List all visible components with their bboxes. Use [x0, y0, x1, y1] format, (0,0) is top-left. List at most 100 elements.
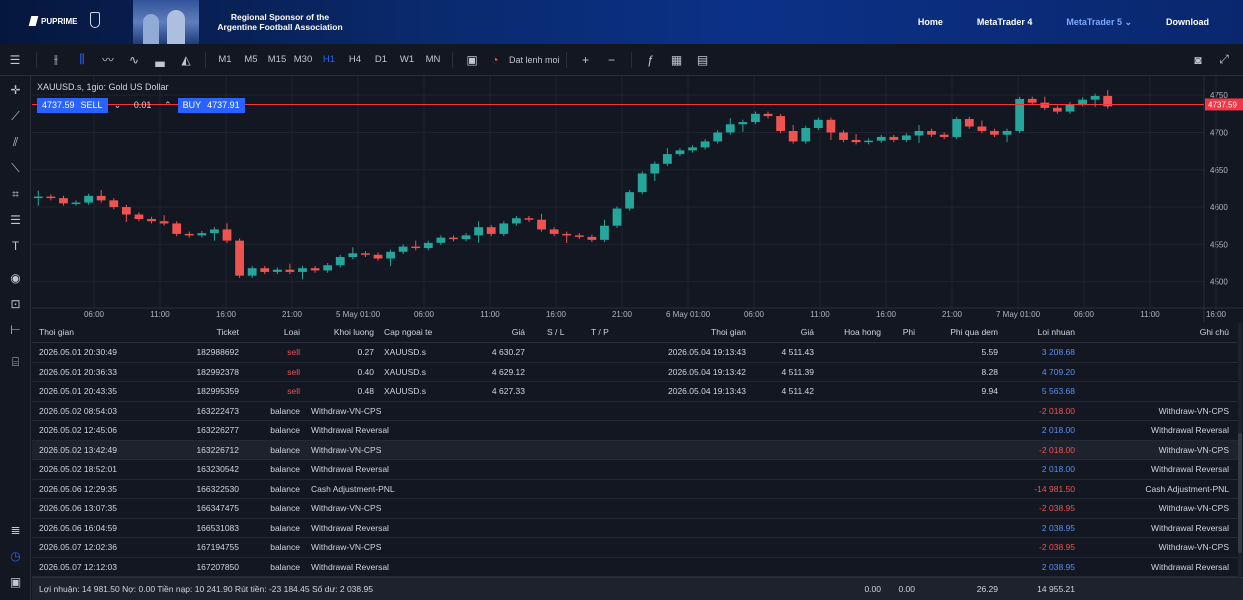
candle-up	[461, 235, 471, 240]
table-row[interactable]: 2026.05.02 18:52:01 163230542 balance Withd…	[32, 460, 1238, 480]
table-cell-ticket: 166322530	[196, 483, 239, 494]
table-cell-close-price	[772, 558, 814, 577]
line-icon[interactable]: 〰	[95, 50, 121, 70]
sponsor-line-1: Regional Sponsor of the	[230, 12, 330, 22]
table-cell-comment: Withdraw-VN-CPS	[1158, 542, 1229, 552]
header-price[interactable]: Giá	[472, 323, 525, 342]
candle-down	[524, 218, 534, 220]
header-close-price[interactable]: Giá	[772, 323, 814, 342]
sell-button[interactable]: 4737.59 SELL	[37, 97, 108, 113]
header-time[interactable]: Thoi gian	[39, 323, 74, 342]
nav-home[interactable]: Home	[918, 17, 943, 27]
timeframe-m30[interactable]: M30	[290, 50, 316, 70]
table-row[interactable]: 2026.05.07 12:12:03 167207850 balance Withd…	[32, 558, 1238, 577]
nav-download[interactable]: Download	[1166, 17, 1209, 27]
lot-decrease-icon[interactable]: ⌄	[114, 100, 122, 111]
candle-down	[235, 240, 244, 276]
table-row[interactable]: 2026.05.06 16:04:59 166531083 balance Withd…	[32, 519, 1238, 538]
candle-up	[272, 269, 282, 272]
screenshot-icon[interactable]: ◙	[1185, 50, 1211, 70]
table-row[interactable]: 2026.05.01 20:43:35 182995359 sell 0.48 XAUU…	[32, 382, 1238, 402]
indicators-icon[interactable]: ƒ	[638, 50, 664, 70]
menu-icon[interactable]: ☰	[0, 50, 30, 70]
brand-logo[interactable]: PUPRIME	[28, 12, 100, 28]
timeframe-m5[interactable]: M5	[238, 50, 264, 70]
zoom-in-icon[interactable]: +	[573, 50, 599, 70]
table-row[interactable]: 2026.05.07 12:02:36 167194755 balance Withd…	[32, 538, 1238, 558]
table-row[interactable]: 2026.05.02 08:54:03 163222473 balance Withd…	[32, 402, 1238, 421]
trend-line-icon[interactable]: ⟋	[7, 108, 24, 125]
trade-list-icon[interactable]: ≣	[7, 522, 24, 539]
buy-button[interactable]: BUY 4737.91	[177, 97, 245, 113]
rectangle-icon[interactable]: ⌗	[7, 186, 24, 203]
history-icon[interactable]: ◷	[7, 548, 24, 565]
channel-icon[interactable]: ⫽	[7, 134, 24, 151]
table-cell-comment: Withdrawal Reversal	[1151, 425, 1229, 435]
timeframe-m1[interactable]: M1	[212, 50, 238, 70]
header-comment[interactable]: Ghi chú	[1152, 323, 1229, 342]
table-cell-swap	[932, 499, 998, 518]
volume-icon[interactable]: ▃	[147, 50, 173, 70]
timeframe-w1[interactable]: W1	[394, 50, 420, 70]
header-commission[interactable]: Hoa hong	[832, 323, 881, 342]
area-chart-icon[interactable]: ◭	[173, 50, 199, 70]
lot-value[interactable]: 0.01	[134, 100, 152, 111]
scrollbar-thumb[interactable]	[1238, 433, 1242, 553]
table-row[interactable]: 2026.05.06 13:07:35 166347475 balance Withd…	[32, 499, 1238, 519]
text-icon[interactable]: T	[7, 238, 24, 255]
header-fee[interactable]: Phi	[887, 323, 915, 342]
candle-down	[964, 119, 974, 127]
fullscreen-icon[interactable]: ⤢	[1211, 50, 1237, 70]
table-cell-swap: 5.59	[981, 347, 998, 357]
timeframe-mn[interactable]: MN	[420, 50, 446, 70]
lot-stepper[interactable]: ⌄ 0.01 ⌃	[108, 100, 178, 111]
table-row[interactable]: 2026.05.06 12:29:35 166322530 balance Cash …	[32, 480, 1238, 499]
candle-down	[260, 268, 270, 272]
header-ticket[interactable]: Ticket	[182, 323, 239, 342]
table-cell-profit: -2 018.00	[1039, 405, 1075, 416]
header-profit[interactable]: Loi nhuan	[1022, 323, 1075, 342]
candle-down	[990, 130, 999, 135]
table-row[interactable]: 2026.05.01 20:36:33 182992378 sell 0.40 XAUU…	[32, 363, 1238, 382]
table-cell-ticket: 167207850	[196, 561, 239, 572]
header-type[interactable]: Loai	[252, 323, 300, 342]
table-cell-close-price	[772, 441, 814, 460]
header-sl[interactable]: S / L	[547, 323, 564, 342]
buy-label: BUY	[182, 100, 202, 110]
fibonacci-icon[interactable]: ☰	[7, 212, 24, 229]
header-tp[interactable]: T / P	[591, 323, 609, 342]
new-order-button[interactable]: Dat lenh moi	[505, 50, 560, 70]
bars-icon[interactable]: ⫲	[43, 50, 69, 70]
timeframe-h4[interactable]: H4	[342, 50, 368, 70]
new-order-icon[interactable]: ◔	[485, 50, 505, 70]
candle-down	[1052, 107, 1062, 112]
candles-icon[interactable]: ⫼	[69, 50, 95, 70]
zoom-out-icon[interactable]: −	[599, 50, 625, 70]
crosshair-icon[interactable]: ✛	[7, 82, 24, 99]
nav-metatrader-5[interactable]: MetaTrader 5 ⌄	[1066, 17, 1132, 28]
header-close-time[interactable]: Thoi gian	[672, 323, 746, 342]
tree-icon[interactable]: ⊢	[7, 322, 24, 339]
templates-icon[interactable]: ▤	[690, 50, 716, 70]
header-swap[interactable]: Phi qua dem	[932, 323, 998, 342]
table-row[interactable]: 2026.05.02 13:42:49 163226712 balance Withd…	[32, 440, 1238, 460]
timeframe-d1[interactable]: D1	[368, 50, 394, 70]
table-scrollbar[interactable]	[1238, 323, 1242, 577]
calendar-icon[interactable]: ▦	[664, 50, 690, 70]
table-row[interactable]: 2026.05.01 20:30:49 182988692 sell 0.27 XAUU…	[32, 343, 1238, 363]
timeframe-h1[interactable]: H1	[316, 50, 342, 70]
area-line-icon[interactable]: ∿	[121, 50, 147, 70]
calculator-icon[interactable]: ▣	[7, 574, 24, 591]
trash-icon[interactable]: ⌸	[7, 354, 24, 371]
nav-metatrader-4[interactable]: MetaTrader 4	[977, 17, 1033, 27]
ray-icon[interactable]: ⟍	[7, 160, 24, 177]
table-row[interactable]: 2026.05.02 12:45:06 163226277 balance Withd…	[32, 421, 1238, 441]
header-symbol[interactable]: Cap ngoai te	[384, 323, 432, 342]
lock-icon[interactable]: ⊡	[7, 296, 24, 313]
chart-type-icon[interactable]: ▣	[459, 50, 485, 70]
lot-increase-icon[interactable]: ⌃	[164, 100, 172, 111]
eye-icon[interactable]: ◉	[7, 270, 24, 287]
header-volume[interactable]: Khoi luong	[312, 323, 374, 342]
timeframe-m15[interactable]: M15	[264, 50, 290, 70]
candle-up	[1065, 104, 1075, 112]
